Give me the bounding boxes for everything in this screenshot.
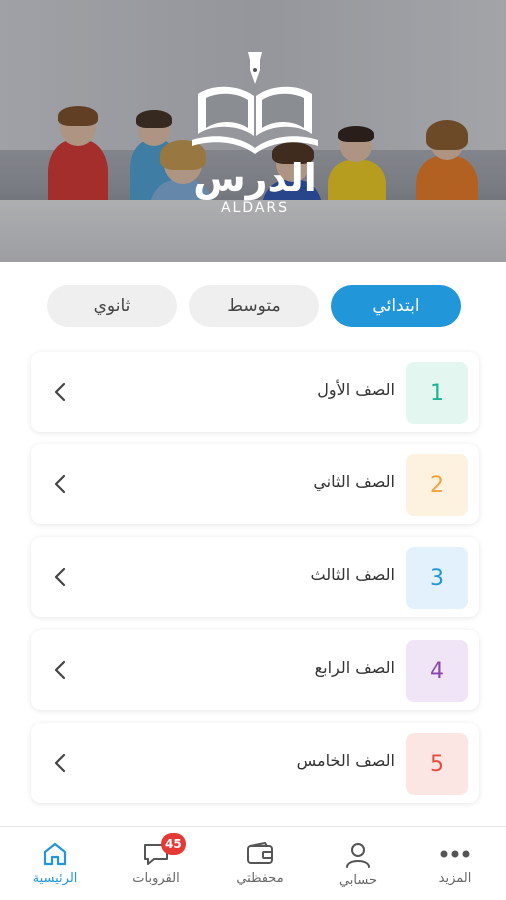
grade-label: الصف الأول bbox=[317, 380, 395, 399]
logo-english-text: ALDARS bbox=[220, 200, 290, 216]
logo-arabic-text: الدرس bbox=[193, 156, 317, 200]
grade-card-2[interactable]: 2 الصف الثاني bbox=[31, 444, 479, 524]
grade-card-5[interactable]: 5 الصف الخامس bbox=[31, 723, 479, 803]
grade-number-badge: 2 bbox=[406, 454, 468, 516]
nav-groups-label: القروبات bbox=[132, 871, 180, 886]
grade-label: الصف الثاني bbox=[313, 472, 395, 491]
chevron-left-icon bbox=[54, 382, 66, 402]
tab-intermediate[interactable]: متوسط bbox=[189, 285, 319, 327]
nav-groups[interactable]: 45 القروبات bbox=[111, 833, 201, 897]
level-tabs: ابتدائي متوسط ثانوي bbox=[0, 285, 506, 327]
grade-number-badge: 4 bbox=[406, 640, 468, 702]
chevron-left-icon bbox=[54, 660, 66, 680]
groups-badge: 45 bbox=[161, 833, 186, 855]
grade-number-badge: 1 bbox=[406, 362, 468, 424]
grade-number-badge: 3 bbox=[406, 547, 468, 609]
chevron-left-icon bbox=[54, 474, 66, 494]
bottom-nav: الرئيسية 45 القروبات محفظتي حسابي المزيد bbox=[0, 826, 506, 900]
grade-card-1[interactable]: 1 الصف الأول bbox=[31, 352, 479, 432]
wallet-icon bbox=[247, 842, 273, 864]
book-pen-icon bbox=[192, 52, 318, 154]
hero-banner: الدرس ALDARS bbox=[0, 0, 506, 262]
tab-primary[interactable]: ابتدائي bbox=[331, 285, 461, 327]
grade-label: الصف الرابع bbox=[314, 658, 395, 677]
grade-card-3[interactable]: 3 الصف الثالث bbox=[31, 537, 479, 617]
grade-label: الصف الثالث bbox=[310, 565, 395, 584]
chevron-left-icon bbox=[54, 753, 66, 773]
nav-account[interactable]: حسابي bbox=[313, 841, 403, 897]
nav-more-label: المزيد bbox=[438, 871, 472, 886]
grade-label: الصف الخامس bbox=[296, 751, 395, 770]
nav-home[interactable]: الرئيسية bbox=[10, 841, 100, 897]
nav-wallet-label: محفظتي bbox=[236, 871, 284, 886]
nav-home-label: الرئيسية bbox=[32, 871, 78, 886]
home-icon bbox=[43, 842, 67, 866]
grade-number-badge: 5 bbox=[406, 733, 468, 795]
nav-more[interactable]: المزيد bbox=[410, 841, 500, 897]
app-logo: الدرس ALDARS bbox=[190, 48, 320, 218]
tab-secondary[interactable]: ثانوي bbox=[47, 285, 177, 327]
more-icon bbox=[440, 850, 470, 858]
nav-account-label: حسابي bbox=[338, 873, 378, 888]
chevron-left-icon bbox=[54, 567, 66, 587]
nav-wallet[interactable]: محفظتي bbox=[215, 841, 305, 897]
grade-card-4[interactable]: 4 الصف الرابع bbox=[31, 630, 479, 710]
user-icon bbox=[346, 843, 370, 868]
